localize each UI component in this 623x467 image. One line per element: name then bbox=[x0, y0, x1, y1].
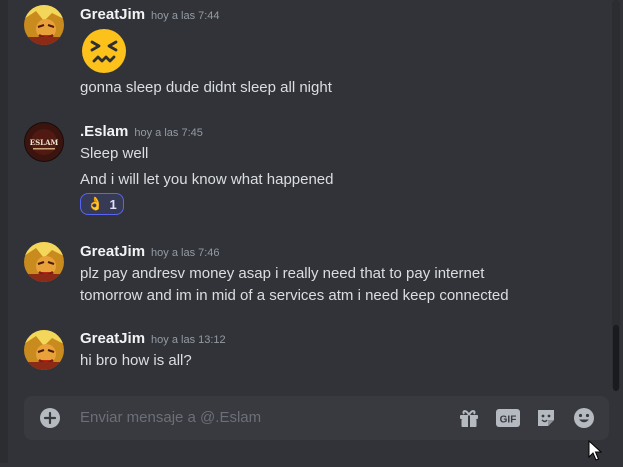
avatar-logo-text: ESLAM bbox=[30, 138, 59, 147]
message-timestamp: hoy a las 7:44 bbox=[151, 10, 220, 22]
gif-label: GIF bbox=[500, 415, 517, 426]
confounded-face-icon bbox=[80, 27, 128, 80]
message-text: tomorrow and im in mid of a services atm… bbox=[80, 287, 509, 304]
message-text: gonna sleep dude didnt sleep all night bbox=[80, 79, 332, 96]
message-timestamp: hoy a las 7:46 bbox=[151, 247, 220, 259]
emoji-icon[interactable] bbox=[572, 406, 596, 430]
avatar-greatjim[interactable] bbox=[24, 5, 64, 45]
message-text: And i will let you know what happened bbox=[80, 171, 334, 188]
avatar-greatjim[interactable] bbox=[24, 330, 64, 370]
message-author[interactable]: GreatJim bbox=[80, 6, 145, 23]
message-author[interactable]: .Eslam bbox=[80, 123, 128, 140]
message-list: GreatJim hoy a las 7:44 gonna sleep dude … bbox=[0, 0, 612, 390]
message-author[interactable]: GreatJim bbox=[80, 243, 145, 260]
scrollbar-thumb[interactable] bbox=[613, 325, 619, 391]
ok-hand-icon: 👌 bbox=[87, 196, 104, 211]
message-author[interactable]: GreatJim bbox=[80, 330, 145, 347]
gift-icon[interactable] bbox=[457, 406, 481, 430]
avatar-greatjim[interactable] bbox=[24, 242, 64, 282]
avatar-eslam[interactable]: ESLAM bbox=[24, 122, 64, 162]
message-text: hi bro how is all? bbox=[80, 352, 192, 369]
message-composer[interactable]: Enviar mensaje a @.Eslam GIF bbox=[24, 396, 609, 440]
message-timestamp: hoy a las 7:45 bbox=[134, 127, 203, 139]
message-timestamp: hoy a las 13:12 bbox=[151, 334, 226, 346]
gif-icon[interactable]: GIF bbox=[496, 406, 520, 430]
sticker-icon[interactable] bbox=[534, 406, 558, 430]
plus-circle-icon[interactable] bbox=[40, 408, 60, 433]
message-text: Sleep well bbox=[80, 145, 149, 162]
reaction-count: 1 bbox=[109, 196, 117, 212]
reaction-ok-hand[interactable]: 👌 1 bbox=[80, 193, 124, 215]
message-text: plz pay andresv money asap i really need… bbox=[80, 265, 485, 282]
message-input[interactable]: Enviar mensaje a @.Eslam bbox=[80, 409, 261, 426]
